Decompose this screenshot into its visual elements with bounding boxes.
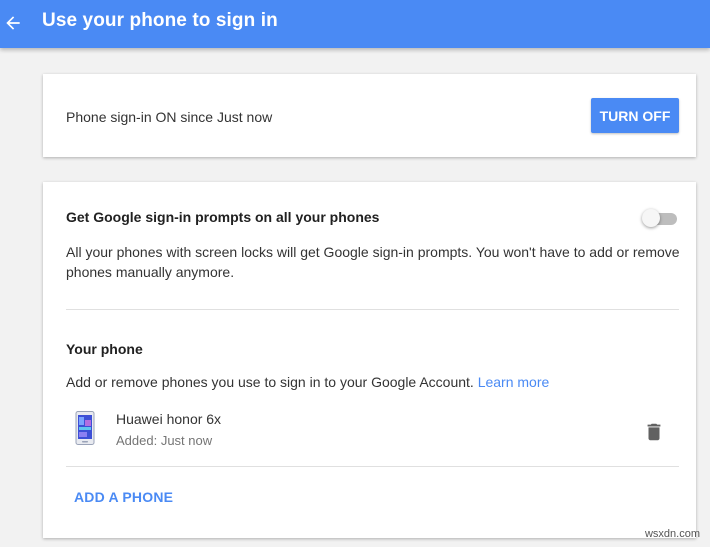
section-divider: [66, 466, 679, 467]
your-phone-description-text: Add or remove phones you use to sign in …: [66, 374, 474, 390]
arrow-back-icon: [6, 16, 20, 30]
prompts-toggle-switch[interactable]: [642, 209, 678, 227]
learn-more-link[interactable]: Learn more: [478, 374, 550, 390]
device-added-time: Added: Just now: [116, 433, 213, 448]
watermark-text: wsxdn.com: [644, 528, 700, 540]
sign-in-status-text: Phone sign-in ON since Just now: [66, 109, 273, 125]
section-divider: [66, 309, 679, 310]
your-phone-description: Add or remove phones you use to sign in …: [66, 374, 549, 390]
smartphone-icon: [75, 411, 95, 445]
remove-device-button[interactable]: [641, 419, 667, 445]
top-app-bar: Use your phone to sign in: [0, 0, 710, 48]
page-title: Use your phone to sign in: [42, 10, 278, 31]
prompts-setting-title: Get Google sign-in prompts on all your p…: [66, 209, 380, 225]
trash-icon: [647, 423, 661, 441]
toggle-knob: [642, 209, 660, 227]
device-name: Huawei honor 6x: [116, 411, 222, 427]
phones-settings-card: Get Google sign-in prompts on all your p…: [43, 182, 696, 538]
prompts-setting-description: All your phones with screen locks will g…: [66, 244, 680, 280]
add-phone-button[interactable]: ADD A PHONE: [74, 489, 173, 505]
turn-off-button[interactable]: TURN OFF: [591, 98, 679, 133]
sign-in-status-card: Phone sign-in ON since Just now TURN OFF: [43, 74, 696, 157]
your-phone-heading: Your phone: [66, 341, 143, 357]
back-button[interactable]: [0, 8, 26, 38]
